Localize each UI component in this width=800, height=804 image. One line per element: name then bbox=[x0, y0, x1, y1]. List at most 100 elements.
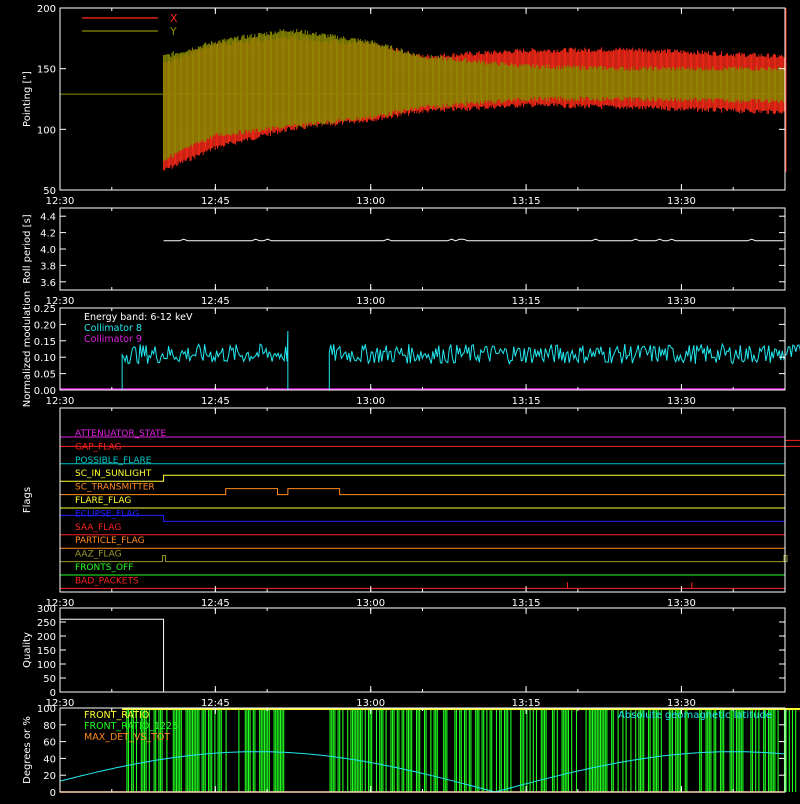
flags-panel: ATTENUATOR_STATE GAP_FLAG POSSIBLE_FLARE SC… bbox=[22, 407, 800, 609]
x-tick-label: 13:15 bbox=[512, 396, 541, 407]
modulation-legend-label: Collimator 9 bbox=[84, 334, 142, 345]
x-tick-label: 13:00 bbox=[356, 296, 385, 307]
flag-label: SC_TRANSMITTER bbox=[75, 483, 155, 493]
y-tick-label: 250 bbox=[37, 618, 56, 629]
y-axis-label: Quality bbox=[22, 632, 33, 668]
y-axis-label: Degrees or % bbox=[22, 716, 33, 784]
y-tick-label: 0.05 bbox=[34, 370, 56, 381]
flag-trace-aaz-flag bbox=[60, 555, 788, 563]
x-tick-label: 13:15 bbox=[512, 296, 541, 307]
y-tick-label: 0 bbox=[50, 688, 56, 699]
quality-panel: 12:3012:4513:0013:1513:3013:4514:0030025… bbox=[22, 604, 786, 709]
x-tick-label: 12:30 bbox=[46, 396, 75, 407]
x-tick-label: 13:15 bbox=[512, 698, 541, 709]
plot-canvas: XY12:3012:4513:0013:1513:3013:4514:00200… bbox=[22, 4, 800, 799]
x-tick-label: 13:00 bbox=[356, 196, 385, 207]
y-tick-label: 0.00 bbox=[34, 386, 56, 397]
x-tick-label: 13:30 bbox=[667, 296, 696, 307]
x-tick-label: 12:45 bbox=[201, 196, 230, 207]
y-axis-label: Roll period [s] bbox=[22, 214, 33, 283]
pointing-panel: XY12:3012:4513:0013:1513:3013:4514:00200… bbox=[22, 4, 787, 207]
axes-frame bbox=[59, 207, 786, 291]
y-tick-label: 60 bbox=[43, 738, 56, 749]
y-tick-label: 80 bbox=[43, 721, 56, 732]
x-tick-label: 13:00 bbox=[356, 396, 385, 407]
y-tick-label: 0.25 bbox=[34, 304, 56, 315]
axes-frame bbox=[59, 607, 786, 693]
legend-label-y: Y bbox=[169, 25, 177, 38]
y-tick-label: 40 bbox=[43, 754, 56, 765]
x-tick-label: 12:45 bbox=[201, 296, 230, 307]
ratios-panel: FRONT_RATIOFRONT_RATIO_1225MAX_DET_VS_TO… bbox=[22, 704, 800, 799]
y-tick-label: 50 bbox=[43, 186, 56, 197]
flag-label: POSSIBLE_FLARE bbox=[75, 456, 152, 466]
x-tick-label: 13:15 bbox=[512, 196, 541, 207]
y-tick-label: 0.10 bbox=[34, 353, 56, 364]
flag-label: ATTENUATOR_STATE bbox=[75, 429, 167, 439]
y-tick-label: 50 bbox=[43, 674, 56, 685]
y-tick-label: 4.2 bbox=[40, 229, 56, 240]
modulation-panel: Energy band: 6-12 keVCollimator 8Collima… bbox=[22, 291, 800, 408]
y-tick-label: 20 bbox=[43, 771, 56, 782]
flag-trace-bad-packets bbox=[60, 582, 785, 589]
y-tick-label: 4.0 bbox=[40, 245, 56, 256]
collimator-8-trace bbox=[121, 330, 289, 390]
collimator-8-trace bbox=[328, 342, 800, 390]
flag-label: FLARE_FLAG bbox=[75, 496, 131, 506]
axes-frame bbox=[59, 407, 786, 593]
quality-trace bbox=[60, 618, 786, 693]
y-tick-label: 300 bbox=[37, 604, 56, 615]
roll-period-panel: 12:3012:4513:0013:1513:3013:4514:004.44.… bbox=[22, 207, 786, 307]
ratio-legend-label: FRONT_RATIO_1225 bbox=[84, 721, 178, 732]
y-axis-label: Flags bbox=[22, 487, 33, 513]
flag-label: BAD_PACKETS bbox=[75, 576, 139, 586]
ratio-legend-label: MAX_DET_VS_TOT bbox=[84, 732, 170, 743]
series-x-trace bbox=[163, 35, 785, 171]
x-tick-label: 12:45 bbox=[201, 396, 230, 407]
flag-trace-particle-flag bbox=[60, 547, 785, 549]
y-tick-label: 4.4 bbox=[40, 212, 56, 223]
y-tick-label: 0.15 bbox=[34, 337, 56, 348]
y-tick-label: 100 bbox=[37, 660, 56, 671]
flag-label: FRONTS_OFF bbox=[75, 563, 133, 573]
y-tick-label: 3.8 bbox=[40, 261, 56, 272]
x-tick-label: 13:15 bbox=[512, 598, 541, 609]
x-tick-label: 12:30 bbox=[46, 196, 75, 207]
x-tick-label: 13:00 bbox=[356, 598, 385, 609]
latitude-legend-label: Absolute geomagnetic latitude bbox=[618, 710, 772, 721]
y-tick-label: 100 bbox=[37, 704, 56, 715]
flag-trace-sc-in-sunlight bbox=[60, 474, 786, 482]
y-tick-label: 3.6 bbox=[40, 278, 56, 289]
flag-label: GAP_FLAG bbox=[75, 442, 121, 452]
x-tick-label: 13:30 bbox=[667, 196, 696, 207]
x-tick-label: 13:30 bbox=[667, 598, 696, 609]
flag-trace-sc-transmitter bbox=[60, 488, 785, 496]
flag-trace-eclipse-flag bbox=[60, 514, 786, 522]
x-tick-label: 12:45 bbox=[201, 698, 230, 709]
y-tick-label: 150 bbox=[37, 646, 56, 657]
y-tick-label: 200 bbox=[37, 632, 56, 643]
flag-label: SAA_FLAG bbox=[75, 523, 121, 533]
y-axis-label: Pointing ["] bbox=[22, 71, 33, 127]
flag-label: SC_IN_SUNLIGHT bbox=[75, 469, 152, 479]
y-tick-label: 100 bbox=[37, 125, 56, 136]
x-tick-label: 13:30 bbox=[667, 396, 696, 407]
flag-label: ECLIPSE_FLAG bbox=[75, 509, 139, 519]
series-y-trace bbox=[163, 29, 785, 162]
legend-label-x: X bbox=[170, 12, 178, 25]
roll-period-trace bbox=[163, 238, 784, 242]
observation-summary-plot: XY12:3012:4513:0013:1513:3013:4514:00200… bbox=[0, 0, 800, 800]
x-tick-label: 13:30 bbox=[667, 698, 696, 709]
y-tick-label: 150 bbox=[37, 65, 56, 76]
y-tick-label: 0.20 bbox=[34, 320, 56, 331]
modulation-legend-label: Energy band: 6-12 keV bbox=[84, 312, 193, 323]
flag-label: AAZ_FLAG bbox=[75, 550, 122, 560]
y-axis-label: Normalized modulation bbox=[22, 291, 33, 408]
ratio-legend-label: FRONT_RATIO bbox=[84, 710, 149, 721]
y-tick-label: 0 bbox=[50, 788, 56, 799]
x-tick-label: 12:45 bbox=[201, 598, 230, 609]
flag-label: PARTICLE_FLAG bbox=[75, 536, 145, 546]
flag-trace-gap-flag bbox=[60, 439, 800, 447]
modulation-legend-label: Collimator 8 bbox=[84, 323, 142, 334]
y-tick-label: 200 bbox=[37, 4, 56, 15]
